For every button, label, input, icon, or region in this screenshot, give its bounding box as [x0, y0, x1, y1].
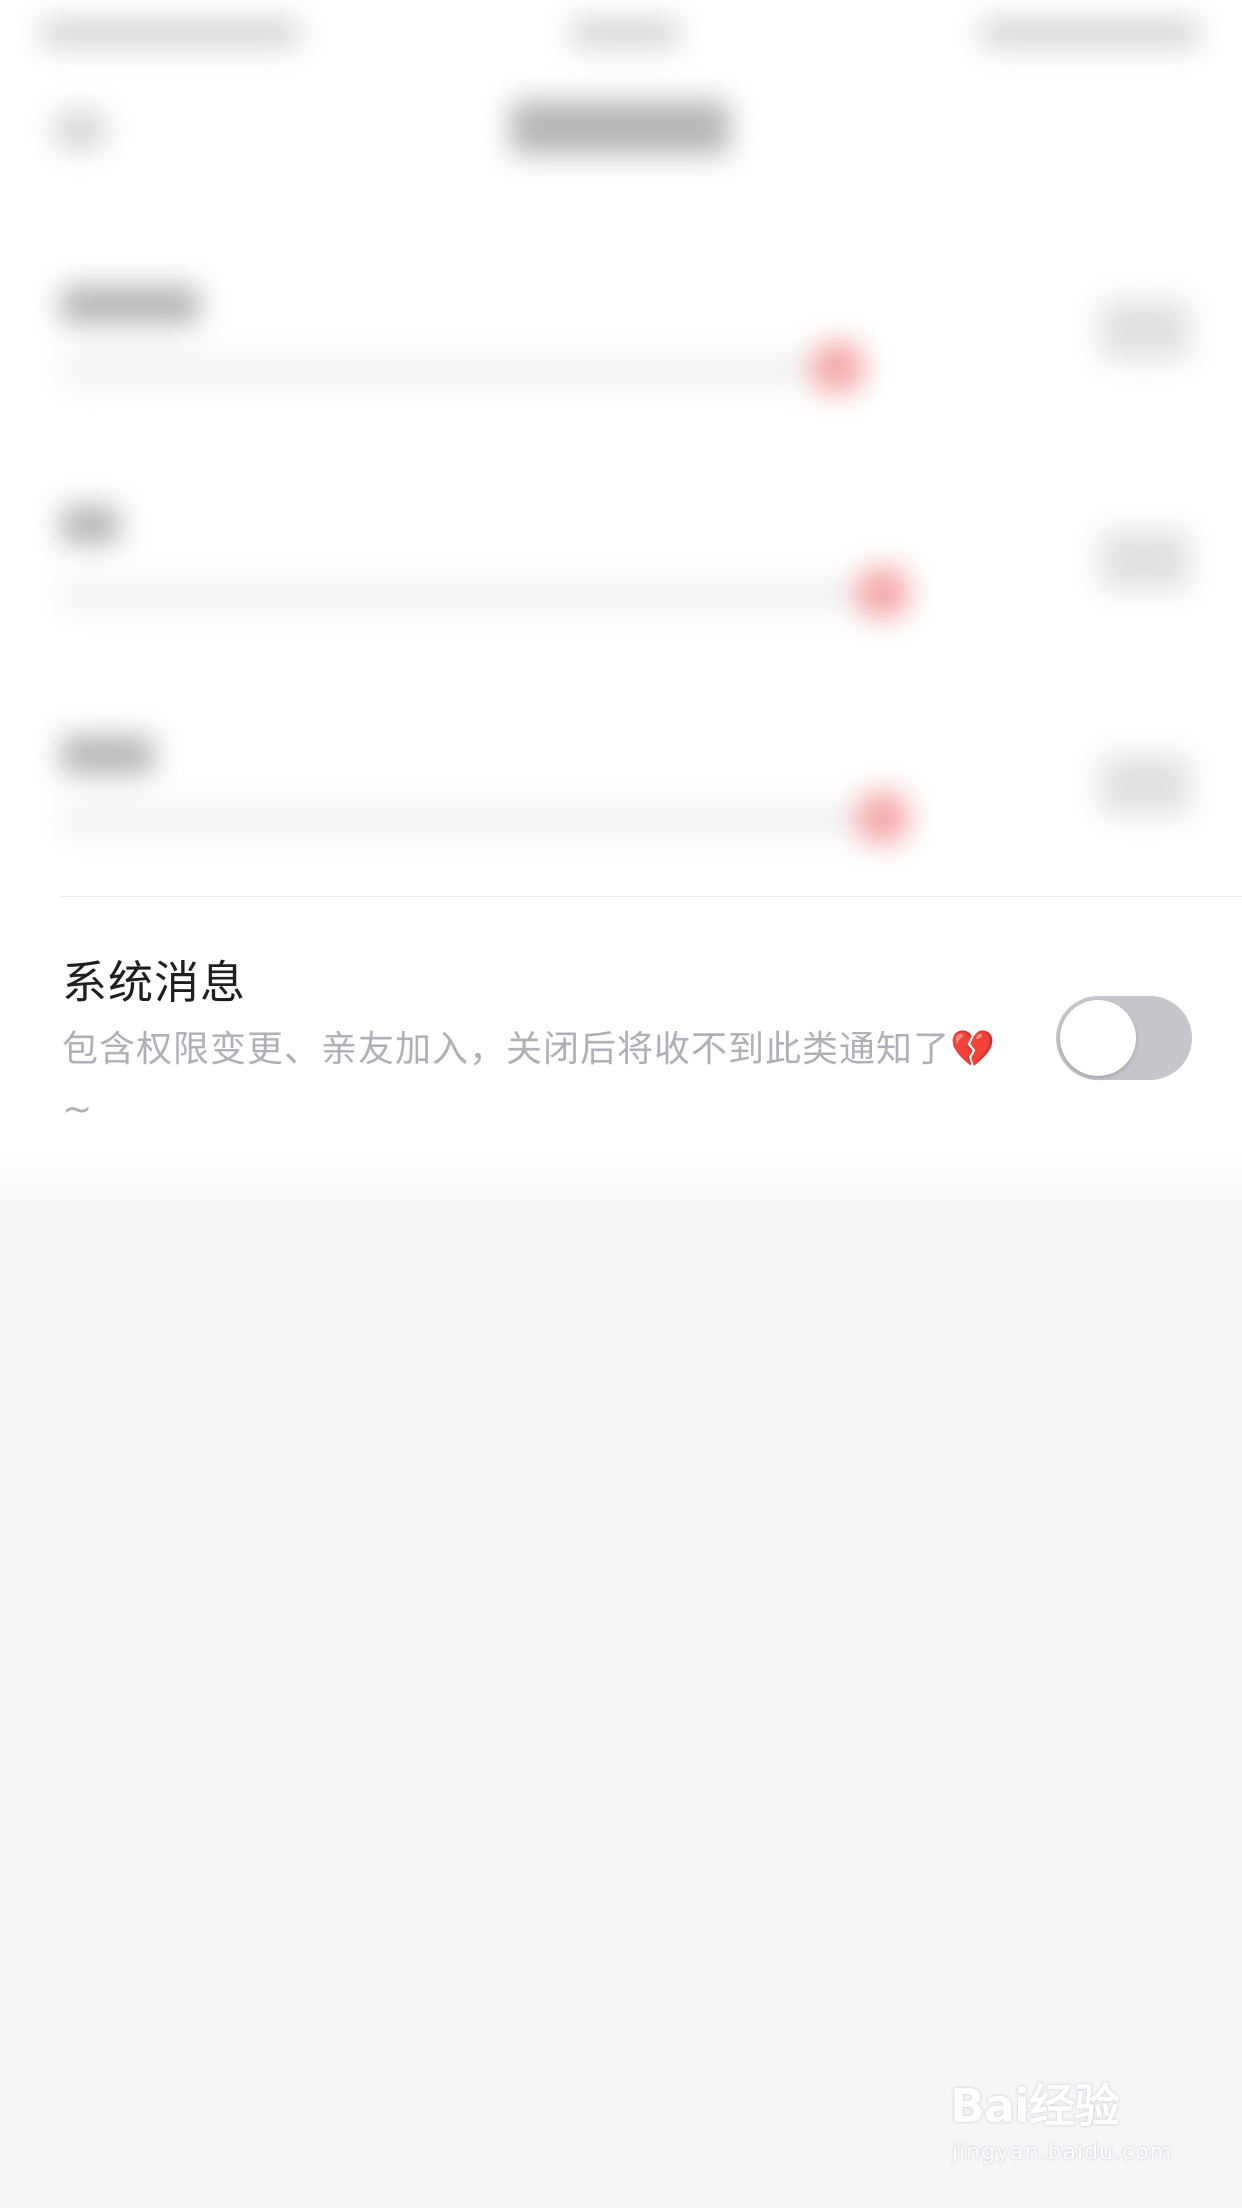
row-1-desc [60, 355, 840, 385]
system-message-title: 系统消息 [62, 956, 247, 1009]
settings-card: 系统消息 包含权限变更、亲友加入，关闭后将收不到此类通知了💔~ [0, 0, 1242, 1170]
row-divider [60, 896, 1242, 897]
nav-title [510, 100, 730, 155]
status-bar-center [570, 18, 680, 48]
notification-settings-screen: { "system_message": { "title": "系统消息", "… [0, 0, 1242, 2208]
row-3-title [60, 735, 155, 775]
row-2-red-dot [855, 565, 910, 620]
baidu-jingyan-watermark: Bai经验 jingyan.baidu.com [950, 2070, 1190, 2180]
row-1-toggle [1100, 300, 1190, 360]
blurred-background-content [0, 0, 1242, 900]
toggle-knob [1060, 1000, 1136, 1076]
row-1-red-dot [810, 340, 865, 395]
watermark-logo-text: Bai经验 [950, 2079, 1120, 2133]
row-2-toggle [1100, 530, 1190, 590]
system-message-row: 系统消息 包含权限变更、亲友加入，关闭后将收不到此类通知了💔~ [0, 900, 1242, 1160]
watermark-url: jingyan.baidu.com [952, 2140, 1173, 2165]
row-2-title [60, 505, 120, 545]
status-bar-right [980, 18, 1200, 48]
row-3-red-dot [855, 790, 910, 845]
row-2-desc [60, 580, 880, 610]
status-bar-left [40, 18, 300, 48]
section-fade [0, 1150, 1242, 1210]
system-message-description: 包含权限变更、亲友加入，关闭后将收不到此类通知了💔~ [62, 1029, 996, 1130]
row-3-toggle [1100, 755, 1190, 815]
row-1-title [60, 285, 200, 325]
system-message-toggle[interactable] [1056, 996, 1192, 1080]
back-icon [55, 110, 105, 150]
row-3-desc [60, 805, 880, 835]
